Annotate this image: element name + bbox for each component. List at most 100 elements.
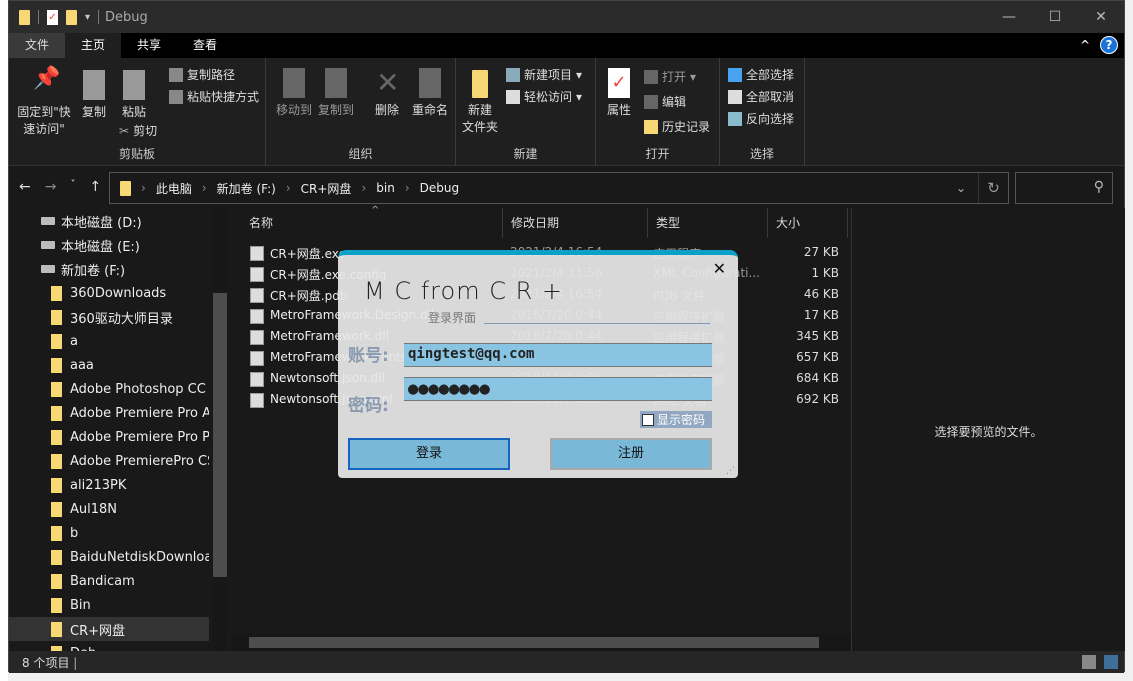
select-none-icon <box>728 89 742 104</box>
show-password-checkbox[interactable]: 显示密码 <box>640 411 712 428</box>
new-item-button[interactable]: 新建项目 ▾ <box>506 66 582 83</box>
move-to-button[interactable]: 移动到 <box>274 68 314 119</box>
edit-button[interactable]: 编辑 <box>644 93 686 110</box>
pin-quick-access-button[interactable]: 📌 固定到"快速访问" <box>13 68 75 138</box>
sidebar-item-folder[interactable]: Deb <box>9 641 209 651</box>
new-folder-quick-icon[interactable] <box>66 9 77 25</box>
sidebar-item-folder[interactable]: Adobe Premiere Pro Preview <box>9 425 209 449</box>
organize-group-label: 组织 <box>348 147 373 161</box>
breadcrumb-item[interactable]: bin <box>376 181 395 195</box>
sidebar-item-folder[interactable]: Adobe Premiere Pro Auto-Save <box>9 401 209 425</box>
breadcrumb-item[interactable]: 新加卷 (F:) <box>217 180 276 197</box>
copy-path-button[interactable]: 复制路径 <box>169 66 235 83</box>
search-icon: ⚲ <box>1093 179 1104 195</box>
close-button[interactable]: ✕ <box>1078 1 1124 33</box>
move-to-icon <box>283 68 305 98</box>
open-button[interactable]: 打开 ▾ <box>644 68 696 85</box>
sidebar-item-folder[interactable]: 360驱动大师目录 <box>9 305 209 329</box>
column-header-date[interactable]: 修改日期 <box>503 208 648 238</box>
column-header-size[interactable]: 大小 <box>768 208 848 238</box>
breadcrumb-item[interactable]: Debug <box>420 181 459 195</box>
horizontal-scrollbar[interactable] <box>231 634 851 651</box>
password-input[interactable]: ●●●●●●●● <box>404 377 712 401</box>
properties-quick-icon[interactable]: ✓ <box>47 9 58 25</box>
cut-button[interactable]: ✂ 剪切 <box>119 122 157 139</box>
tab-file[interactable]: 文件 <box>9 33 66 58</box>
sidebar-item-folder[interactable]: CR+网盘 <box>9 617 209 641</box>
file-size: 692 KB <box>796 392 839 406</box>
subtitle-divider <box>484 323 710 324</box>
folder-icon <box>51 477 62 493</box>
delete-button[interactable]: ✕ 删除 <box>374 68 400 119</box>
breadcrumb-item[interactable]: 此电脑 <box>156 180 192 197</box>
file-icon <box>250 246 264 261</box>
sidebar-item-folder[interactable]: Bin <box>9 593 209 617</box>
sidebar-item-folder[interactable]: aaa <box>9 353 209 377</box>
breadcrumb-item[interactable]: CR+网盘 <box>301 180 352 197</box>
help-icon[interactable]: ? <box>1100 36 1118 54</box>
file-size: 684 KB <box>796 371 839 385</box>
up-icon[interactable]: ↑ <box>89 179 101 195</box>
properties-icon: ✓ <box>608 68 630 98</box>
sidebar-item-folder[interactable]: Aul18N <box>9 497 209 521</box>
clipboard-group: 📌 固定到"快速访问" 复制 粘贴 复制路径 粘贴快捷方式 ✂ 剪切 剪贴板 <box>9 58 266 166</box>
sidebar-item-drive[interactable]: 本地磁盘 (D:) <box>9 209 209 233</box>
sidebar-item-folder[interactable]: b <box>9 521 209 545</box>
minimize-button[interactable]: — <box>986 1 1032 33</box>
properties-button[interactable]: ✓ 属性 <box>604 68 634 119</box>
easy-access-button[interactable]: 轻松访问 ▾ <box>506 88 582 105</box>
column-header-type[interactable]: 类型 <box>648 208 768 238</box>
select-none-button[interactable]: 全部取消 <box>728 88 794 105</box>
large-icons-view-icon[interactable] <box>1104 655 1118 669</box>
tab-view[interactable]: 查看 <box>177 33 233 58</box>
sidebar-scrollbar[interactable] <box>213 208 227 651</box>
address-bar[interactable]: › 此电脑 › 新加卷 (F:) › CR+网盘 › bin › Debug ⌄ ↻ <box>109 172 1009 204</box>
search-input[interactable]: ⚲ <box>1015 172 1113 204</box>
new-folder-button[interactable]: 新建 文件夹 <box>462 70 498 136</box>
copy-button[interactable]: 复制 <box>77 70 111 121</box>
sidebar-item-folder[interactable]: ali213PK <box>9 473 209 497</box>
sidebar-item-folder[interactable]: BaiduNetdiskDownload <box>9 545 209 569</box>
sidebar-item-folder[interactable]: Adobe Photoshop CC 2019 <box>9 377 209 401</box>
details-view-icon[interactable] <box>1082 655 1096 669</box>
resize-grip-icon[interactable]: ⋰ <box>726 466 735 476</box>
sidebar-item-drive[interactable]: 新加卷 (F:) <box>9 257 209 281</box>
collapse-ribbon-icon[interactable]: ^ <box>1080 38 1090 52</box>
window-title: Debug <box>105 9 148 25</box>
new-group: 新建 文件夹 新建项目 ▾ 轻松访问 ▾ 新建 <box>456 58 596 166</box>
forward-icon[interactable]: → <box>45 179 57 195</box>
register-button[interactable]: 注册 <box>550 438 712 470</box>
new-item-icon <box>506 67 520 82</box>
password-label: 密码: <box>348 396 389 416</box>
tab-home[interactable]: 主页 <box>65 33 122 58</box>
sidebar-item-folder[interactable]: Adobe PremierePro CS6 <box>9 449 209 473</box>
rename-button[interactable]: 重命名 <box>410 68 450 119</box>
chevron-down-icon[interactable]: ⌄ <box>956 181 966 195</box>
dialog-close-button[interactable]: ✕ <box>713 259 726 278</box>
select-all-button[interactable]: 全部选择 <box>728 66 794 83</box>
open-group: ✓ 属性 打开 ▾ 编辑 历史记录 打开 <box>596 58 720 166</box>
account-input[interactable]: qingtest@qq.com <box>404 343 712 367</box>
sidebar-item-folder[interactable]: 360Downloads <box>9 281 209 305</box>
folder-icon <box>51 405 62 421</box>
paste-shortcut-button[interactable]: 粘贴快捷方式 <box>169 88 259 105</box>
sidebar-item-folder[interactable]: a <box>9 329 209 353</box>
sidebar-item-drive[interactable]: 本地磁盘 (E:) <box>9 233 209 257</box>
recent-locations-icon[interactable]: ˅ <box>70 179 75 195</box>
file-icon <box>250 351 264 366</box>
copy-to-button[interactable]: 复制到 <box>316 68 356 119</box>
sidebar-item-folder[interactable]: Bandicam <box>9 569 209 593</box>
clipboard-group-label: 剪贴板 <box>118 147 155 161</box>
login-button[interactable]: 登录 <box>348 438 510 470</box>
tab-share[interactable]: 共享 <box>121 33 177 58</box>
paste-button[interactable]: 粘贴 <box>117 70 151 121</box>
back-icon[interactable]: ← <box>19 179 31 195</box>
history-button[interactable]: 历史记录 <box>644 118 710 135</box>
column-header-name[interactable]: 名称 <box>241 208 503 238</box>
folder-icon <box>51 285 62 301</box>
invert-selection-button[interactable]: 反向选择 <box>728 110 794 127</box>
customize-quick-access-icon[interactable]: ▾ <box>85 12 90 23</box>
maximize-button[interactable]: ☐ <box>1032 1 1078 33</box>
folder-icon <box>51 525 62 541</box>
refresh-icon[interactable]: ↻ <box>978 173 1008 203</box>
